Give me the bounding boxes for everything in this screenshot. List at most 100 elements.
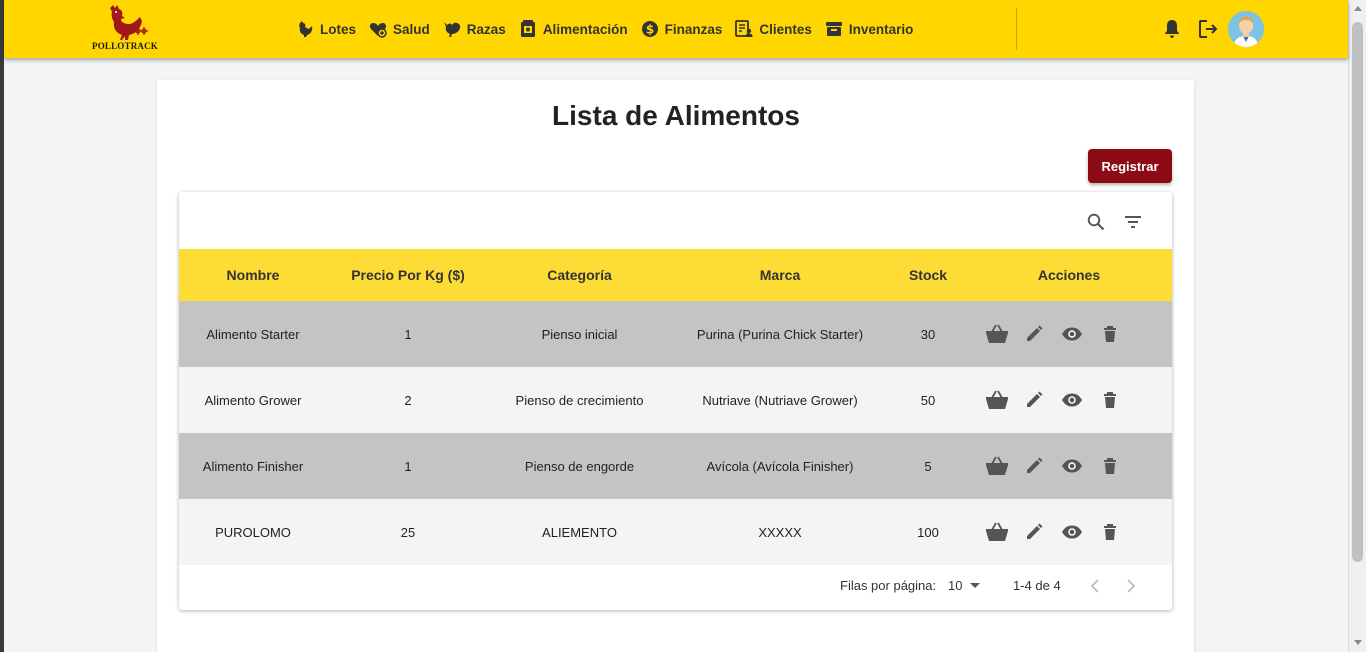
- search-icon: [1087, 213, 1105, 231]
- svg-text:$: $: [645, 23, 653, 37]
- column-header-nombre[interactable]: Nombre: [179, 249, 327, 301]
- rows-per-page-label: Filas por página:: [840, 578, 937, 593]
- shopping-basket-icon: [986, 456, 1008, 475]
- window-edge: [0, 0, 4, 652]
- client-list-icon: [734, 19, 754, 39]
- trash-icon: [1104, 524, 1116, 540]
- scroll-up-arrow[interactable]: [1354, 6, 1362, 11]
- view-button[interactable]: [1060, 520, 1084, 544]
- delete-button[interactable]: [1098, 388, 1122, 412]
- foods-table-panel: Nombre Precio Por Kg ($) Categoría Marca…: [179, 192, 1172, 610]
- column-header-precio[interactable]: Precio Por Kg ($): [327, 249, 489, 301]
- column-header-marca[interactable]: Marca: [670, 249, 890, 301]
- column-header-categoria[interactable]: Categoría: [489, 249, 670, 301]
- nav-item-label: Alimentación: [542, 21, 628, 37]
- cell-stock: 5: [924, 458, 932, 474]
- cell-marca: XXXXX: [758, 524, 802, 540]
- cell-marca: Purina (Purina Chick Starter): [696, 326, 864, 342]
- hen-icon: [295, 19, 315, 39]
- shopping-basket-icon: [986, 522, 1008, 541]
- nav-item-label: Razas: [466, 21, 506, 37]
- table-pagination: Filas por página: 10 1-4 de 4: [179, 564, 1172, 610]
- shopping-basket-icon: [986, 390, 1008, 409]
- archive-box-icon: [824, 19, 844, 39]
- table-row: Alimento Grower 2 Pienso de crecimiento …: [179, 367, 1172, 433]
- delete-button[interactable]: [1098, 322, 1122, 346]
- nav-item-lotes[interactable]: Lotes: [291, 14, 360, 44]
- cell-categoria: Pienso de engorde: [524, 458, 635, 474]
- purchase-button[interactable]: [984, 322, 1010, 346]
- column-header-stock[interactable]: Stock: [890, 249, 966, 301]
- cell-precio: 1: [404, 458, 412, 474]
- nav-item-inventario[interactable]: Inventario: [820, 14, 918, 44]
- chevron-right-icon: [1127, 579, 1136, 593]
- vertical-scrollbar[interactable]: [1348, 0, 1366, 652]
- delete-button[interactable]: [1098, 520, 1122, 544]
- nav-item-salud[interactable]: Salud: [364, 14, 434, 44]
- pencil-icon: [1027, 457, 1043, 473]
- purchase-button[interactable]: [984, 388, 1010, 412]
- cell-nombre: Alimento Grower: [204, 392, 302, 408]
- cell-acciones: [966, 499, 1172, 565]
- cell-precio: 25: [400, 524, 416, 540]
- scroll-down-arrow[interactable]: [1354, 640, 1362, 645]
- view-button[interactable]: [1060, 388, 1084, 412]
- register-button[interactable]: Registrar: [1088, 149, 1172, 183]
- notifications-button[interactable]: [1154, 11, 1190, 47]
- scroll-thumb[interactable]: [1352, 22, 1363, 562]
- cell-nombre: Alimento Starter: [206, 326, 300, 342]
- purchase-button[interactable]: [984, 454, 1010, 478]
- health-heart-icon: [368, 19, 388, 39]
- column-header-acciones: Acciones: [1037, 267, 1101, 283]
- filter-button[interactable]: [1121, 210, 1145, 234]
- cell-stock: 100: [917, 524, 939, 540]
- dropdown-caret-icon: [970, 583, 981, 588]
- nav-item-razas[interactable]: Razas: [438, 14, 510, 44]
- nav-item-clientes[interactable]: Clientes: [730, 14, 816, 44]
- logout-icon: [1199, 20, 1218, 38]
- filter-list-icon: [1125, 216, 1141, 228]
- view-button[interactable]: [1060, 454, 1084, 478]
- cell-acciones: [966, 367, 1172, 433]
- cell-categoria: ALIEMENTO: [542, 524, 617, 540]
- trash-icon: [1104, 392, 1116, 408]
- bird-icon: [442, 19, 462, 39]
- logout-button[interactable]: [1190, 11, 1226, 47]
- cell-acciones: [966, 301, 1172, 367]
- edit-button[interactable]: [1022, 388, 1046, 412]
- nav-item-alimentacion[interactable]: Alimentación: [514, 14, 632, 44]
- user-avatar-icon: [1228, 11, 1264, 47]
- nav-item-label: Finanzas: [664, 21, 723, 37]
- purchase-button[interactable]: [984, 520, 1010, 544]
- edit-button[interactable]: [1022, 454, 1046, 478]
- nav-item-label: Inventario: [848, 21, 914, 37]
- dollar-coin-icon: $: [640, 19, 660, 39]
- pencil-icon: [1027, 391, 1043, 407]
- user-avatar[interactable]: [1228, 11, 1264, 47]
- previous-page-button[interactable]: [1085, 576, 1105, 596]
- cell-precio: 2: [404, 392, 412, 408]
- cell-marca: Avícola (Avícola Finisher): [706, 458, 854, 474]
- brand-name: POLLOTRACK: [92, 41, 159, 51]
- table-row: Alimento Finisher 1 Pienso de engorde Av…: [179, 433, 1172, 499]
- cell-precio: 1: [404, 326, 412, 342]
- nav-item-label: Lotes: [320, 21, 357, 37]
- cell-nombre: PUROLOMO: [215, 524, 291, 540]
- chevron-left-icon: [1090, 579, 1099, 593]
- trash-icon: [1104, 458, 1116, 474]
- search-button[interactable]: [1084, 210, 1108, 234]
- nav-item-finanzas[interactable]: $ Finanzas: [636, 14, 727, 44]
- brand-logo[interactable]: POLLOTRACK: [90, 4, 160, 52]
- cell-acciones: [966, 433, 1172, 499]
- delete-button[interactable]: [1098, 454, 1122, 478]
- rows-per-page-select[interactable]: 10: [948, 578, 981, 593]
- next-page-button[interactable]: [1121, 576, 1141, 596]
- eye-icon: [1062, 459, 1082, 473]
- cell-marca: Nutriave (Nutriave Grower): [702, 392, 858, 408]
- edit-button[interactable]: [1022, 520, 1046, 544]
- nav-actions: [1154, 0, 1264, 58]
- edit-button[interactable]: [1022, 322, 1046, 346]
- view-button[interactable]: [1060, 322, 1084, 346]
- page-title: Lista de Alimentos: [552, 100, 800, 131]
- cell-categoria: Pienso de crecimiento: [515, 392, 644, 408]
